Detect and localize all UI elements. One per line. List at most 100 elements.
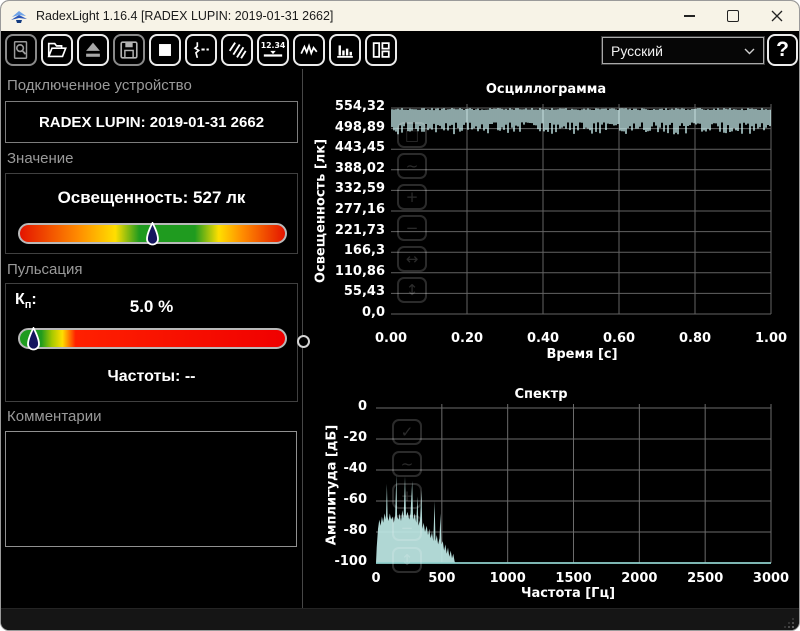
- measurement-marker-button[interactable]: [185, 34, 217, 66]
- oscillogram-y-tick: 388,02: [334, 160, 385, 176]
- oscillogram-fit-width-button[interactable]: ↔: [397, 246, 427, 272]
- numeric-icon-label: 12.34: [261, 41, 285, 50]
- oscillogram-y-tick: 498,89: [334, 119, 385, 135]
- histogram-icon: [337, 45, 353, 58]
- oscillogram-waveform: [391, 108, 771, 135]
- oscillogram-y-tick: 332,59: [334, 181, 385, 197]
- oscillogram-x-tick: 0.80: [678, 331, 712, 346]
- toolbar: 12.34 Русский ?: [1, 31, 799, 69]
- oscillogram-y-tick: 166,3: [343, 243, 385, 259]
- spectrum-autoscale-button[interactable]: ~: [392, 451, 422, 477]
- oscillogram-xlabel: Время [с]: [546, 347, 618, 362]
- illuminance-marker: [146, 222, 159, 246]
- comments-section-header: Комментарии: [7, 408, 102, 425]
- oscillogram-x-tick: 0.20: [450, 331, 484, 346]
- spectrum-x-tick: 3000: [752, 571, 790, 586]
- preview-search-button[interactable]: [5, 34, 37, 66]
- spectrum-ylabel: Амплитуда [дБ]: [324, 424, 340, 546]
- oscillogram-y-tick: 221,73: [334, 222, 385, 238]
- oscillogram-y-tick: 0,0: [361, 305, 385, 320]
- spectrum-y-tick: -80: [343, 523, 368, 538]
- minimize-icon: [683, 15, 695, 17]
- search-icon: [13, 41, 28, 59]
- app-window: RadexLight 1.16.4 [RADEX LUPIN: 2019-01-…: [0, 0, 800, 631]
- illuminance-scale-bar: [18, 222, 287, 246]
- language-value: Русский: [611, 42, 663, 59]
- numeric-display-button[interactable]: 12.34: [257, 34, 289, 66]
- chevron-down-icon: [744, 48, 755, 55]
- layout-panels-button[interactable]: [365, 34, 397, 66]
- help-label: ?: [776, 38, 789, 61]
- save-file-button[interactable]: [113, 34, 145, 66]
- kp-value: 5.0 %: [129, 297, 174, 316]
- open-file-button[interactable]: [41, 34, 73, 66]
- spectrum-xlabel: Частота [Гц]: [520, 586, 616, 601]
- floppy-save-icon: [120, 41, 138, 59]
- oscillogram-autoscale-button[interactable]: ~: [397, 153, 427, 179]
- spectrum-y-tick: -40: [343, 461, 368, 476]
- oscillogram-x-tick: 0.00: [374, 331, 408, 346]
- spectrum-y-tick: -60: [343, 492, 368, 507]
- close-icon: [771, 10, 783, 22]
- oscillogram-ylabel: Освещенность [лк]: [313, 138, 329, 284]
- resize-grip[interactable]: [784, 618, 794, 628]
- oscillogram-x-tick: 0.40: [526, 331, 560, 346]
- oscillogram-zoom-out-button[interactable]: −: [397, 215, 427, 241]
- oscillogram-zoom-in-button[interactable]: +: [397, 184, 427, 210]
- pulsation-box: Кп: 5.0 % Частоты: --: [5, 283, 298, 402]
- spectrum-apply-button[interactable]: ✓: [392, 419, 422, 445]
- light-rays-button[interactable]: [221, 34, 253, 66]
- stop-measurement-button[interactable]: [149, 34, 181, 66]
- layout-icon: [372, 42, 390, 58]
- oscillogram-region-select-button[interactable]: □: [397, 122, 427, 148]
- waveform-marker-icon: [193, 42, 209, 59]
- title-bar: RadexLight 1.16.4 [RADEX LUPIN: 2019-01-…: [1, 1, 799, 31]
- minimize-button[interactable]: [667, 1, 711, 31]
- stop-icon: [159, 44, 171, 56]
- oscillogram-y-tick: 554,32: [334, 99, 385, 114]
- oscillogram-y-tick: 443,45: [334, 140, 385, 156]
- oscillogram-view-button[interactable]: [293, 34, 325, 66]
- oscillogram-y-tick: 110,86: [334, 263, 385, 279]
- device-name: RADEX LUPIN: 2019-01-31 2662: [38, 113, 265, 131]
- rays-icon: [228, 42, 247, 59]
- oscillogram-y-tick: 277,16: [334, 202, 385, 217]
- spectrum-y-tick: -20: [343, 430, 368, 445]
- comments-input[interactable]: [5, 431, 297, 547]
- oscillogram-title: Осциллограмма: [485, 82, 607, 97]
- spectrum-x-tick: 2000: [621, 571, 658, 586]
- spectrum-y-tick: 0: [357, 399, 367, 414]
- value-section-header: Значение: [7, 150, 74, 167]
- eject-icon: [86, 42, 100, 57]
- open-folder-icon: [47, 42, 67, 58]
- status-bar: [1, 608, 799, 630]
- spectrum-x-tick: 2500: [687, 571, 724, 586]
- frequencies-value: Частоты: --: [107, 368, 196, 385]
- spectrum-view-button[interactable]: [329, 34, 361, 66]
- maximize-icon: [727, 10, 739, 22]
- close-button[interactable]: [755, 1, 799, 31]
- oscillogram-fit-height-button[interactable]: ↕: [397, 277, 427, 303]
- maximize-button[interactable]: [711, 1, 755, 31]
- spectrum-fit-height-button[interactable]: ↕: [392, 547, 422, 573]
- window-title: RadexLight 1.16.4 [RADEX LUPIN: 2019-01-…: [36, 9, 334, 23]
- splitter-grip[interactable]: [297, 335, 310, 348]
- pulsation-section-header: Пульсация: [7, 261, 83, 278]
- spectrum-x-tick: 1500: [555, 571, 592, 586]
- help-button[interactable]: ?: [767, 34, 798, 66]
- eject-device-button[interactable]: [77, 34, 109, 66]
- pulsation-marker: [26, 327, 40, 351]
- spectrum-x-tick: 500: [428, 571, 456, 586]
- spectrum-title: Спектр: [514, 387, 568, 402]
- oscillogram-x-tick: 1.00: [754, 331, 788, 346]
- spectrum-zoom-out-button[interactable]: −: [392, 515, 422, 541]
- illuminance-value: Освещенность: 527 лк: [57, 188, 246, 207]
- device-section-header: Подключенное устройство: [7, 77, 192, 94]
- language-select[interactable]: Русский: [601, 36, 765, 65]
- app-icon: [11, 11, 27, 23]
- device-box: RADEX LUPIN: 2019-01-31 2662: [5, 101, 298, 143]
- numeric-value-icon: 12.34: [261, 41, 285, 57]
- spectrum-zoom-in-button[interactable]: +: [392, 483, 422, 509]
- oscillogram-y-tick: 55,43: [343, 284, 385, 300]
- spectrum-x-tick: 0: [371, 571, 381, 586]
